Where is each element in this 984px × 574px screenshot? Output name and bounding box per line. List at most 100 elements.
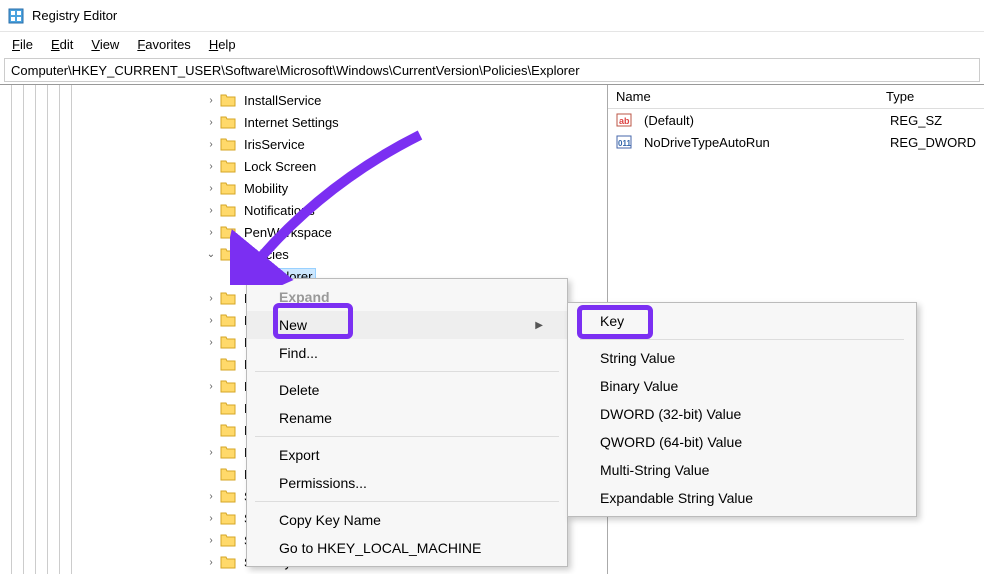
ctx-expand: Expand [247,283,567,311]
address-path: Computer\HKEY_CURRENT_USER\Software\Micr… [11,63,580,78]
ctx-new-dword[interactable]: DWORD (32-bit) Value [568,400,916,428]
value-row[interactable]: 011 NoDriveTypeAutoRunREG_DWORD [608,131,984,153]
expand-icon[interactable]: › [204,337,218,348]
tree-item-label: Mobility [240,180,292,197]
ctx-copy-key-name[interactable]: Copy Key Name [247,506,567,534]
folder-icon [220,533,236,547]
ctx-new-multistring[interactable]: Multi-String Value [568,456,916,484]
ctx-new[interactable]: New▶ [247,311,567,339]
folder-icon [220,115,236,129]
folder-icon [220,335,236,349]
ctx-export[interactable]: Export [247,441,567,469]
folder-icon [220,423,236,437]
tree-item[interactable]: › Internet Settings [204,111,398,133]
tree-item[interactable]: ⌄ Policies [204,243,398,265]
folder-icon [220,313,236,327]
folder-icon [220,137,236,151]
values-header: Name Type [608,85,984,109]
expand-icon[interactable]: › [204,557,218,568]
expand-icon[interactable]: › [204,161,218,172]
expand-icon[interactable]: › [204,117,218,128]
value-name: NoDriveTypeAutoRun [636,133,882,152]
folder-icon [220,247,236,261]
chevron-right-icon: ▶ [535,320,543,331]
expand-icon[interactable]: › [204,535,218,546]
svg-text:011: 011 [618,139,631,148]
expand-icon[interactable]: › [204,381,218,392]
expand-icon[interactable]: › [204,491,218,502]
expand-icon[interactable]: › [204,513,218,524]
expand-icon[interactable]: › [204,139,218,150]
collapse-icon[interactable]: ⌄ [204,249,218,260]
tree-item-label: Policies [240,246,293,263]
tree-item[interactable]: › Mobility [204,177,398,199]
ctx-new-expandable[interactable]: Expandable String Value [568,484,916,512]
tree-item-label: InstallService [240,92,325,109]
ctx-goto-hklm[interactable]: Go to HKEY_LOCAL_MACHINE [247,534,567,562]
expand-icon[interactable]: › [204,183,218,194]
folder-icon [220,181,236,195]
regedit-app-icon [8,8,24,24]
folder-icon [220,445,236,459]
menu-favorites[interactable]: Favorites [129,35,198,54]
ctx-rename[interactable]: Rename [247,404,567,432]
expand-icon[interactable]: › [204,293,218,304]
expand-icon[interactable]: › [204,315,218,326]
separator [580,339,904,340]
folder-icon [220,291,236,305]
value-type: REG_DWORD [882,133,984,152]
titlebar: Registry Editor [0,0,984,32]
folder-icon [220,159,236,173]
expand-icon[interactable]: › [204,227,218,238]
tree-item[interactable]: › PenWorkspace [204,221,398,243]
menubar: File Edit View Favorites Help [0,32,984,56]
menu-help[interactable]: Help [201,35,244,54]
tree-item-label: Lock Screen [240,158,320,175]
window-title: Registry Editor [32,8,117,23]
value-row[interactable]: ab (Default)REG_SZ [608,109,984,131]
ctx-new-qword[interactable]: QWORD (64-bit) Value [568,428,916,456]
ctx-permissions[interactable]: Permissions... [247,469,567,497]
tree-item-label: PenWorkspace [240,224,336,241]
menu-edit[interactable]: Edit [43,35,81,54]
tree-item[interactable]: › Notifications [204,199,398,221]
context-menu: Expand New▶ Find... Delete Rename Export… [246,278,568,567]
value-type: REG_SZ [882,111,984,130]
folder-icon [220,203,236,217]
dword-value-icon: 011 [616,134,632,150]
folder-icon [220,225,236,239]
ctx-delete[interactable]: Delete [247,376,567,404]
menu-view[interactable]: View [83,35,127,54]
folder-icon [220,93,236,107]
tree-item[interactable]: › IrisService [204,133,398,155]
tree-item[interactable]: › Lock Screen [204,155,398,177]
svg-text:ab: ab [619,116,630,126]
menu-file[interactable]: File [4,35,41,54]
folder-icon [220,555,236,569]
expand-icon[interactable]: › [204,205,218,216]
folder-icon [220,379,236,393]
folder-icon [220,467,236,481]
tree-item[interactable]: › InstallService [204,89,398,111]
address-bar[interactable]: Computer\HKEY_CURRENT_USER\Software\Micr… [4,58,980,82]
tree-item-label: Notifications [240,202,319,219]
folder-icon [220,401,236,415]
folder-icon [220,357,236,371]
expand-icon[interactable]: › [204,95,218,106]
string-value-icon: ab [616,112,632,128]
tree-item-label: Internet Settings [240,114,343,131]
value-name: (Default) [636,111,882,130]
ctx-new-string[interactable]: String Value [568,344,916,372]
folder-icon [220,489,236,503]
ctx-new-binary[interactable]: Binary Value [568,372,916,400]
context-submenu-new: Key String Value Binary Value DWORD (32-… [567,302,917,517]
tree-item-label: IrisService [240,136,309,153]
expand-icon[interactable]: › [204,447,218,458]
column-header-name[interactable]: Name [608,87,878,106]
ctx-find[interactable]: Find... [247,339,567,367]
column-header-type[interactable]: Type [878,87,984,106]
ctx-new-key[interactable]: Key [568,307,916,335]
separator [255,501,559,502]
separator [255,371,559,372]
folder-icon [220,511,236,525]
